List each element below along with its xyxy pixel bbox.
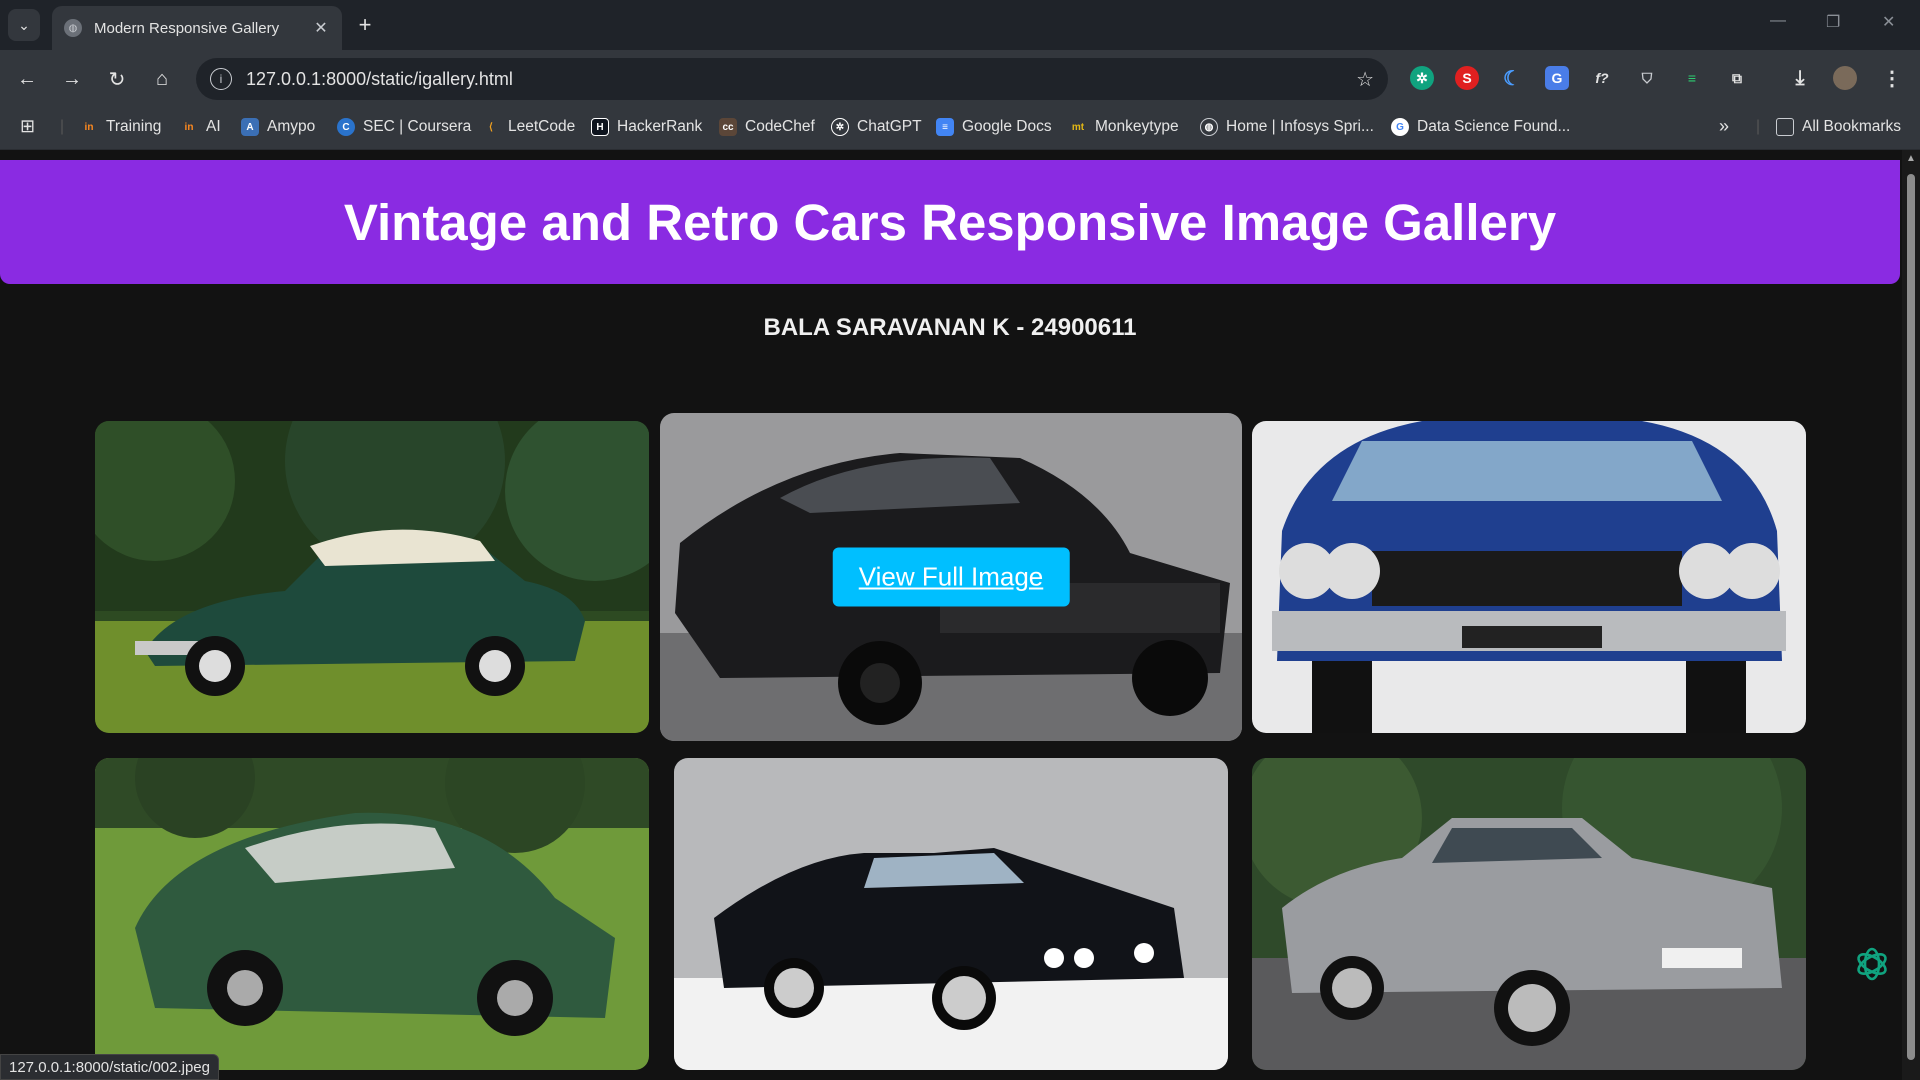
google-docs-icon: ≡ — [936, 118, 954, 136]
download-icon[interactable]: ⤓ — [1788, 66, 1812, 90]
coursera-icon: C — [337, 118, 355, 136]
chatgpt-icon: ✲ — [831, 118, 849, 136]
black-bmw-coupe-image — [674, 758, 1228, 1070]
page-scrollbar[interactable]: ▲ — [1902, 150, 1920, 1080]
gallery-item-black-muscle-car[interactable]: View Full Image — [660, 413, 1242, 741]
all-bookmarks[interactable]: All Bookmarks — [1776, 118, 1901, 136]
gallery-item-green-vintage-sedan[interactable] — [95, 421, 649, 733]
bookmark-leetcode[interactable]: ⟨ LeetCode — [482, 118, 575, 136]
bookmark-star-icon[interactable]: ☆ — [1356, 67, 1374, 92]
bookmark-training[interactable]: in Training — [80, 118, 162, 136]
restore-icon[interactable]: ❐ — [1826, 12, 1840, 32]
bookmarks-divider: | — [1756, 118, 1761, 135]
blue-muscle-car-front-image — [1252, 421, 1806, 733]
active-tab[interactable]: ◍ Modern Responsive Gallery ✕ — [52, 6, 342, 50]
green-extension-icon[interactable]: ≡ — [1680, 66, 1704, 90]
amypo-icon: A — [241, 118, 259, 136]
more-bookmarks-icon[interactable]: » — [1719, 116, 1729, 137]
monkeytype-icon: mt — [1071, 121, 1085, 133]
scroll-thumb[interactable] — [1907, 174, 1915, 1060]
google-icon: G — [1391, 118, 1409, 136]
status-url-tooltip: 127.0.0.1:8000/static/002.jpeg — [0, 1054, 219, 1080]
bookmark-amypo[interactable]: A Amypo — [241, 118, 315, 136]
training-icon: in — [84, 121, 94, 133]
close-tab-icon[interactable]: ✕ — [312, 18, 330, 38]
site-info-icon[interactable]: i — [210, 68, 232, 90]
chatgpt-floating-button[interactable] — [1848, 940, 1896, 988]
page-viewport: Vintage and Retro Cars Responsive Image … — [0, 150, 1902, 1080]
new-tab-button[interactable]: + — [352, 12, 378, 38]
dark-mode-icon[interactable]: ☾ — [1500, 66, 1524, 90]
chatgpt-extension-icon[interactable]: ✲ — [1410, 66, 1434, 90]
view-full-image-button[interactable]: View Full Image — [832, 547, 1070, 607]
bookmarks-divider: | — [60, 118, 65, 135]
author-subtitle: BALA SARAVANAN K - 24900611 — [763, 314, 1137, 341]
minimize-icon[interactable]: — — [1770, 12, 1786, 30]
s-extension-icon[interactable]: S — [1455, 66, 1479, 90]
silver-bmw-sedan-image — [1252, 758, 1806, 1070]
gallery-item-blue-muscle-car-front[interactable] — [1252, 421, 1806, 733]
forward-icon[interactable]: → — [57, 64, 87, 94]
page-title: Vintage and Retro Cars Responsive Image … — [343, 193, 1557, 251]
bookmark-hackerrank[interactable]: H HackerRank — [591, 118, 702, 136]
apps-grid-icon[interactable]: ⊞ — [20, 116, 35, 137]
avatar[interactable] — [1833, 66, 1857, 90]
leetcode-icon: ⟨ — [489, 121, 493, 133]
bookmark-chatgpt[interactable]: ✲ ChatGPT — [831, 118, 922, 136]
bookmark-codechef[interactable]: cc CodeChef — [719, 118, 815, 136]
extensions-puzzle-icon[interactable]: ⧉ — [1725, 66, 1749, 90]
tab-title: Modern Responsive Gallery — [94, 19, 280, 37]
shield-icon[interactable]: ⛉ — [1635, 66, 1659, 90]
folder-icon — [1776, 118, 1794, 136]
home-icon[interactable]: ⌂ — [147, 64, 177, 94]
browser-toolbar: ← → ↻ ⌂ i 127.0.0.1:8000/static/igallery… — [0, 50, 1920, 108]
url-text: 127.0.0.1:8000/static/igallery.html — [246, 68, 513, 89]
menu-kebab-icon[interactable]: ⋮ — [1880, 66, 1904, 90]
bookmarks-bar: ⊞ | in Training in AI A Amypo C SEC | Course… — [0, 108, 1920, 150]
gallery-item-silver-bmw-sedan[interactable] — [1252, 758, 1806, 1070]
globe-icon: ◍ — [64, 19, 82, 37]
bookmark-ai[interactable]: in AI — [180, 118, 221, 136]
reload-icon[interactable]: ↻ — [102, 64, 132, 94]
tab-strip: ⌄ ◍ Modern Responsive Gallery ✕ + — ❐ ✕ — [0, 0, 1920, 50]
address-bar[interactable]: i 127.0.0.1:8000/static/igallery.html ☆ — [196, 58, 1388, 100]
bookmark-google-docs[interactable]: ≡ Google Docs — [936, 118, 1052, 136]
chevron-down-icon: ⌄ — [18, 16, 30, 33]
gallery-item-black-bmw-coupe[interactable] — [674, 758, 1228, 1070]
bookmark-monkeytype[interactable]: mt Monkeytype — [1069, 118, 1179, 136]
chatgpt-icon — [1857, 947, 1887, 981]
tab-search-button[interactable]: ⌄ — [8, 9, 40, 41]
bookmark-infosys[interactable]: ◍ Home | Infosys Spri... — [1200, 118, 1374, 136]
page-header: Vintage and Retro Cars Responsive Image … — [0, 160, 1900, 284]
ai-icon: in — [184, 121, 194, 133]
globe-icon: ◍ — [1200, 118, 1218, 136]
translate-icon[interactable]: G — [1545, 66, 1569, 90]
bookmark-data-science[interactable]: G Data Science Found... — [1391, 118, 1570, 136]
green-porsche-coupe-image — [95, 758, 649, 1070]
font-extension-icon[interactable]: f? — [1590, 66, 1614, 90]
hackerrank-icon: H — [591, 118, 609, 136]
scroll-up-icon[interactable]: ▲ — [1906, 154, 1916, 164]
bookmark-coursera[interactable]: C SEC | Coursera — [337, 118, 471, 136]
codechef-icon: cc — [719, 118, 737, 136]
close-window-icon[interactable]: ✕ — [1882, 12, 1895, 32]
back-icon[interactable]: ← — [12, 64, 42, 94]
gallery-item-green-porsche-coupe[interactable] — [95, 758, 649, 1070]
green-vintage-sedan-image — [95, 421, 649, 733]
